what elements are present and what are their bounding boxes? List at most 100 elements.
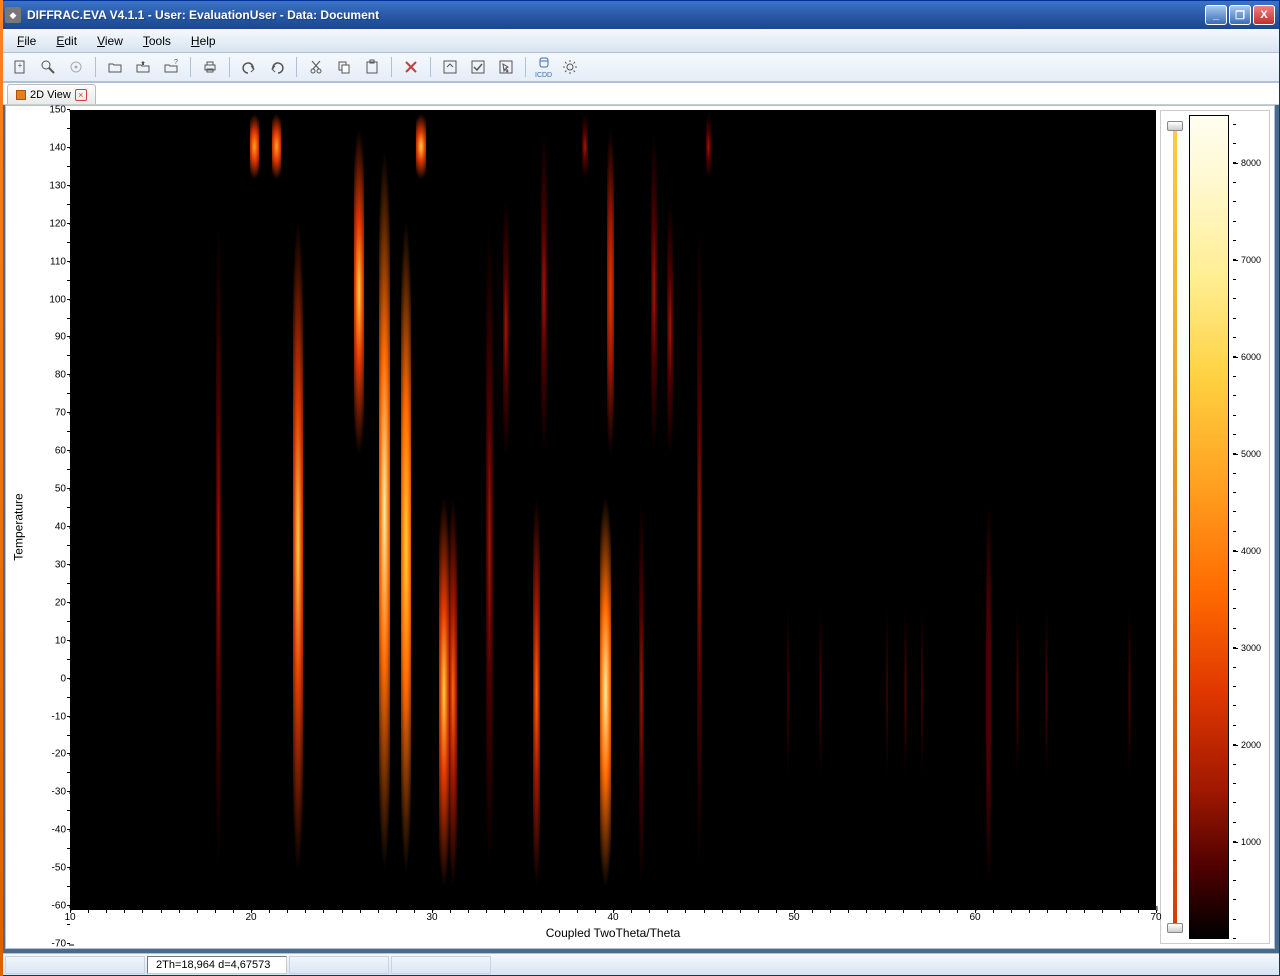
- print-icon[interactable]: [197, 55, 223, 79]
- y-tick: 130: [49, 180, 66, 191]
- toolbar-separator: [229, 57, 230, 77]
- open-icon[interactable]: [102, 55, 128, 79]
- colorbar-tick: 6000: [1241, 352, 1261, 362]
- menu-view[interactable]: View: [87, 31, 133, 51]
- icdd-icon[interactable]: ICDD: [532, 55, 555, 79]
- y-tick: 40: [55, 522, 66, 533]
- check-icon[interactable]: [465, 55, 491, 79]
- y-tick: 10: [55, 635, 66, 646]
- x-tick: 10: [64, 912, 75, 923]
- x-tick: 40: [607, 912, 618, 923]
- orange-sidebar: [0, 0, 3, 976]
- diffraction-peak: [885, 474, 889, 910]
- y-tick: 100: [49, 294, 66, 305]
- diffraction-peak: [354, 110, 364, 474]
- chart-2d-view[interactable]: Temperature -70-60-50-40-30-20-100102030…: [10, 110, 1156, 944]
- colorbar-gradient: [1189, 115, 1229, 939]
- target-icon[interactable]: [63, 55, 89, 79]
- diffraction-peak: [1127, 474, 1131, 910]
- diffraction-peak: [503, 183, 509, 474]
- y-tick: -70: [52, 939, 66, 950]
- plot-area[interactable]: [70, 110, 1156, 910]
- minimize-button[interactable]: _: [1205, 5, 1227, 25]
- colorbar-tick: 2000: [1241, 740, 1261, 750]
- menu-file[interactable]: File: [7, 31, 46, 51]
- diffraction-peak: [439, 474, 449, 910]
- y-tick: 60: [55, 446, 66, 457]
- tab-label: 2D View: [30, 89, 71, 101]
- slider-thumb-top[interactable]: [1167, 121, 1183, 131]
- toolbar-separator: [391, 57, 392, 77]
- menu-edit[interactable]: Edit: [46, 31, 87, 51]
- diffraction-peak: [449, 474, 457, 910]
- tab-close-button[interactable]: ×: [75, 89, 87, 101]
- open-help-icon[interactable]: ?: [158, 55, 184, 79]
- y-tick: -30: [52, 787, 66, 798]
- maximize-button[interactable]: ❐: [1229, 5, 1251, 25]
- diffraction-peak: [379, 110, 390, 910]
- tab-icon: [16, 90, 26, 100]
- close-button[interactable]: X: [1253, 5, 1275, 25]
- y-tick: 90: [55, 332, 66, 343]
- colorbar-panel: 10002000300040005000600070008000: [1160, 110, 1270, 944]
- diffraction-peak: [986, 474, 991, 910]
- x-tick: 60: [969, 912, 980, 923]
- y-axis: -70-60-50-40-30-20-100102030405060708090…: [28, 110, 70, 944]
- tab-2d-view[interactable]: 2D View ×: [7, 84, 96, 104]
- fit-icon[interactable]: [437, 55, 463, 79]
- toolbar-separator: [296, 57, 297, 77]
- menu-help[interactable]: Help: [181, 31, 226, 51]
- x-tick: 20: [245, 912, 256, 923]
- menubar: File Edit View Tools Help: [1, 29, 1279, 53]
- copy-icon[interactable]: [331, 55, 357, 79]
- diffraction-peak: [582, 110, 588, 183]
- y-tick: 140: [49, 142, 66, 153]
- window-title: DIFFRAC.EVA V4.1.1 - User: EvaluationUse…: [27, 8, 1205, 22]
- status-cell-3: [289, 956, 389, 974]
- diffraction-peak: [486, 183, 492, 910]
- cursor-icon[interactable]: [493, 55, 519, 79]
- toolbar-separator: [430, 57, 431, 77]
- statusbar: 2Th=18,964 d=4,67573: [1, 953, 1279, 975]
- diffraction-peak: [533, 474, 541, 910]
- x-tick: 70: [1150, 912, 1161, 923]
- y-tick: 70: [55, 408, 66, 419]
- diffraction-peak: [818, 474, 822, 910]
- y-tick: -10: [52, 711, 66, 722]
- delete-icon[interactable]: [398, 55, 424, 79]
- colorbar-tick: 3000: [1241, 643, 1261, 653]
- colorbar-tick: 1000: [1241, 837, 1261, 847]
- paste-icon[interactable]: [359, 55, 385, 79]
- colorbar-sliders[interactable]: [1165, 115, 1185, 939]
- colorbar-ticks: 10002000300040005000600070008000: [1233, 115, 1265, 939]
- zoom-icon[interactable]: [35, 55, 61, 79]
- titlebar[interactable]: ◆ DIFFRAC.EVA V4.1.1 - User: EvaluationU…: [1, 1, 1279, 29]
- undo-icon[interactable]: [236, 55, 262, 79]
- y-tick: -60: [52, 901, 66, 912]
- diffraction-peak: [639, 474, 644, 910]
- y-tick: 30: [55, 559, 66, 570]
- y-tick: 80: [55, 370, 66, 381]
- colorbar-tick: 5000: [1241, 449, 1261, 459]
- status-coord: 2Th=18,964 d=4,67573: [147, 956, 287, 974]
- diffraction-peak: [706, 110, 711, 183]
- toolbar-separator: [95, 57, 96, 77]
- diffraction-peak: [651, 110, 657, 474]
- diffraction-peak: [667, 183, 673, 474]
- diffraction-peak: [903, 474, 907, 910]
- slider-thumb-bottom[interactable]: [1167, 923, 1183, 933]
- y-tick: -20: [52, 749, 66, 760]
- settings-icon[interactable]: [557, 55, 583, 79]
- new-icon[interactable]: +: [7, 55, 33, 79]
- tabstrip: 2D View ×: [1, 83, 1279, 105]
- status-cell-4: [391, 956, 491, 974]
- y-tick: 110: [50, 256, 66, 267]
- diffraction-peak: [416, 110, 426, 183]
- redo-icon[interactable]: [264, 55, 290, 79]
- x-tick: 50: [788, 912, 799, 923]
- content-area: Temperature -70-60-50-40-30-20-100102030…: [5, 105, 1275, 949]
- menu-tools[interactable]: Tools: [133, 31, 181, 51]
- open-up-icon[interactable]: [130, 55, 156, 79]
- cut-icon[interactable]: [303, 55, 329, 79]
- diffraction-peak: [216, 183, 221, 910]
